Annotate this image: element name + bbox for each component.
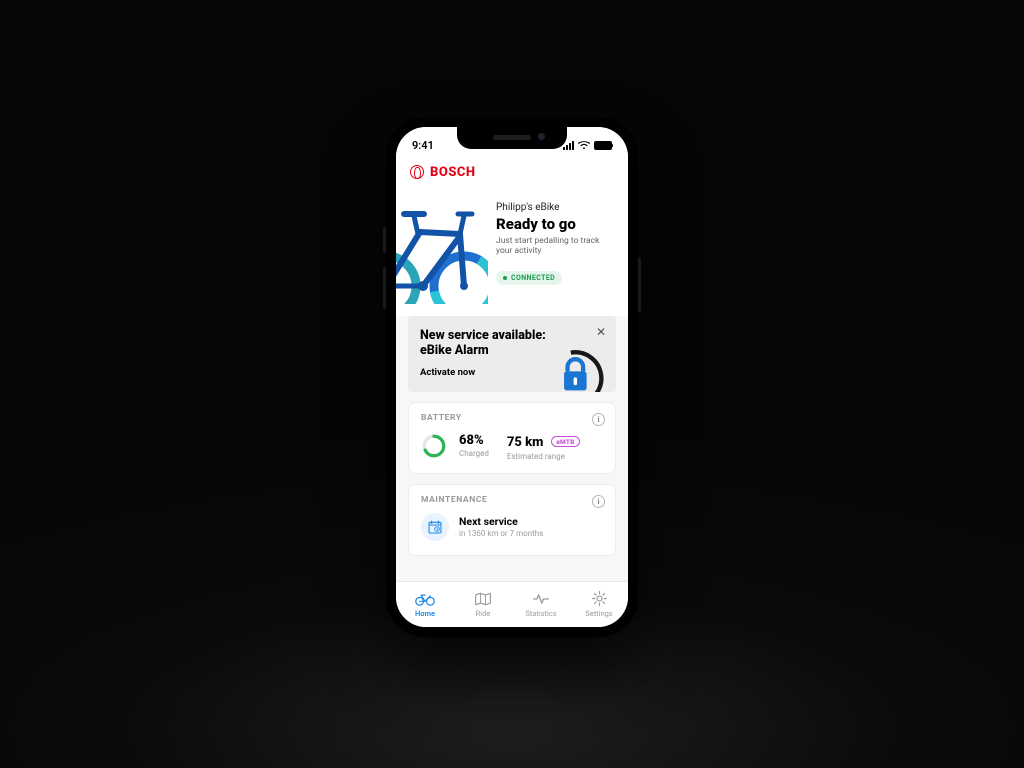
activity-icon [532, 591, 550, 607]
app-header: BOSCH [396, 159, 628, 190]
info-icon[interactable]: i [592, 495, 605, 508]
bike-owner-label: Philipp's eBike [496, 202, 614, 213]
battery-card[interactable]: BATTERY i 68% Charged [408, 402, 616, 474]
promo-title-line2: eBike Alarm [420, 343, 489, 358]
map-icon [474, 591, 492, 607]
maintenance-section-label: MAINTENANCE [421, 495, 603, 505]
bike-illustration [396, 194, 492, 304]
ride-mode-badge: eMTB [551, 436, 579, 447]
tab-settings-label: Settings [585, 609, 612, 618]
tab-home-label: Home [415, 609, 435, 618]
hero-subtext: Just start pedalling to track your activ… [496, 236, 614, 257]
promo-card[interactable]: ✕ New service available: eBike Alarm Act… [408, 316, 616, 392]
cellular-signal-icon [563, 141, 574, 150]
maintenance-title: Next service [459, 515, 543, 528]
stage-background: 9:41 BOSCH [0, 0, 1024, 768]
status-time: 9:41 [412, 139, 434, 152]
connection-status-badge: CONNECTED [496, 271, 562, 285]
battery-ring-icon [421, 433, 447, 459]
bike-home-icon [415, 591, 435, 607]
tab-settings[interactable]: Settings [570, 582, 628, 627]
bosch-logo-icon [410, 165, 424, 179]
hero-section: Philipp's eBike Ready to go Just start p… [396, 190, 628, 318]
maintenance-card[interactable]: MAINTENANCE i [408, 484, 616, 556]
tab-ride[interactable]: Ride [454, 582, 512, 627]
gear-icon [591, 590, 608, 607]
hero-headline: Ready to go [496, 215, 614, 233]
phone-screen: 9:41 BOSCH [396, 127, 628, 627]
promo-cta-link[interactable]: Activate now [420, 367, 475, 378]
tab-ride-label: Ride [476, 609, 491, 618]
brand-wordmark: BOSCH [430, 165, 476, 180]
battery-range-value: 75 km [507, 435, 544, 450]
tab-statistics-label: Statistics [525, 609, 556, 618]
tab-statistics[interactable]: Statistics [512, 582, 570, 627]
maintenance-detail: in 1360 km or 7 months [459, 529, 543, 538]
wifi-icon [578, 141, 590, 150]
phone-frame: 9:41 BOSCH [386, 117, 638, 637]
calendar-service-icon [421, 513, 449, 541]
battery-section-label: BATTERY [421, 413, 603, 423]
tab-home[interactable]: Home [396, 582, 454, 627]
lock-icon [532, 336, 610, 392]
battery-percent-label: Charged [459, 449, 489, 458]
battery-icon [594, 141, 612, 150]
notch [457, 127, 567, 149]
promo-title-line1: New service available: [420, 328, 546, 343]
info-icon[interactable]: i [592, 413, 605, 426]
battery-range-label: Estimated range [507, 452, 580, 461]
battery-percent-value: 68% [459, 434, 489, 447]
tab-bar: Home Ride Statistics [396, 581, 628, 627]
